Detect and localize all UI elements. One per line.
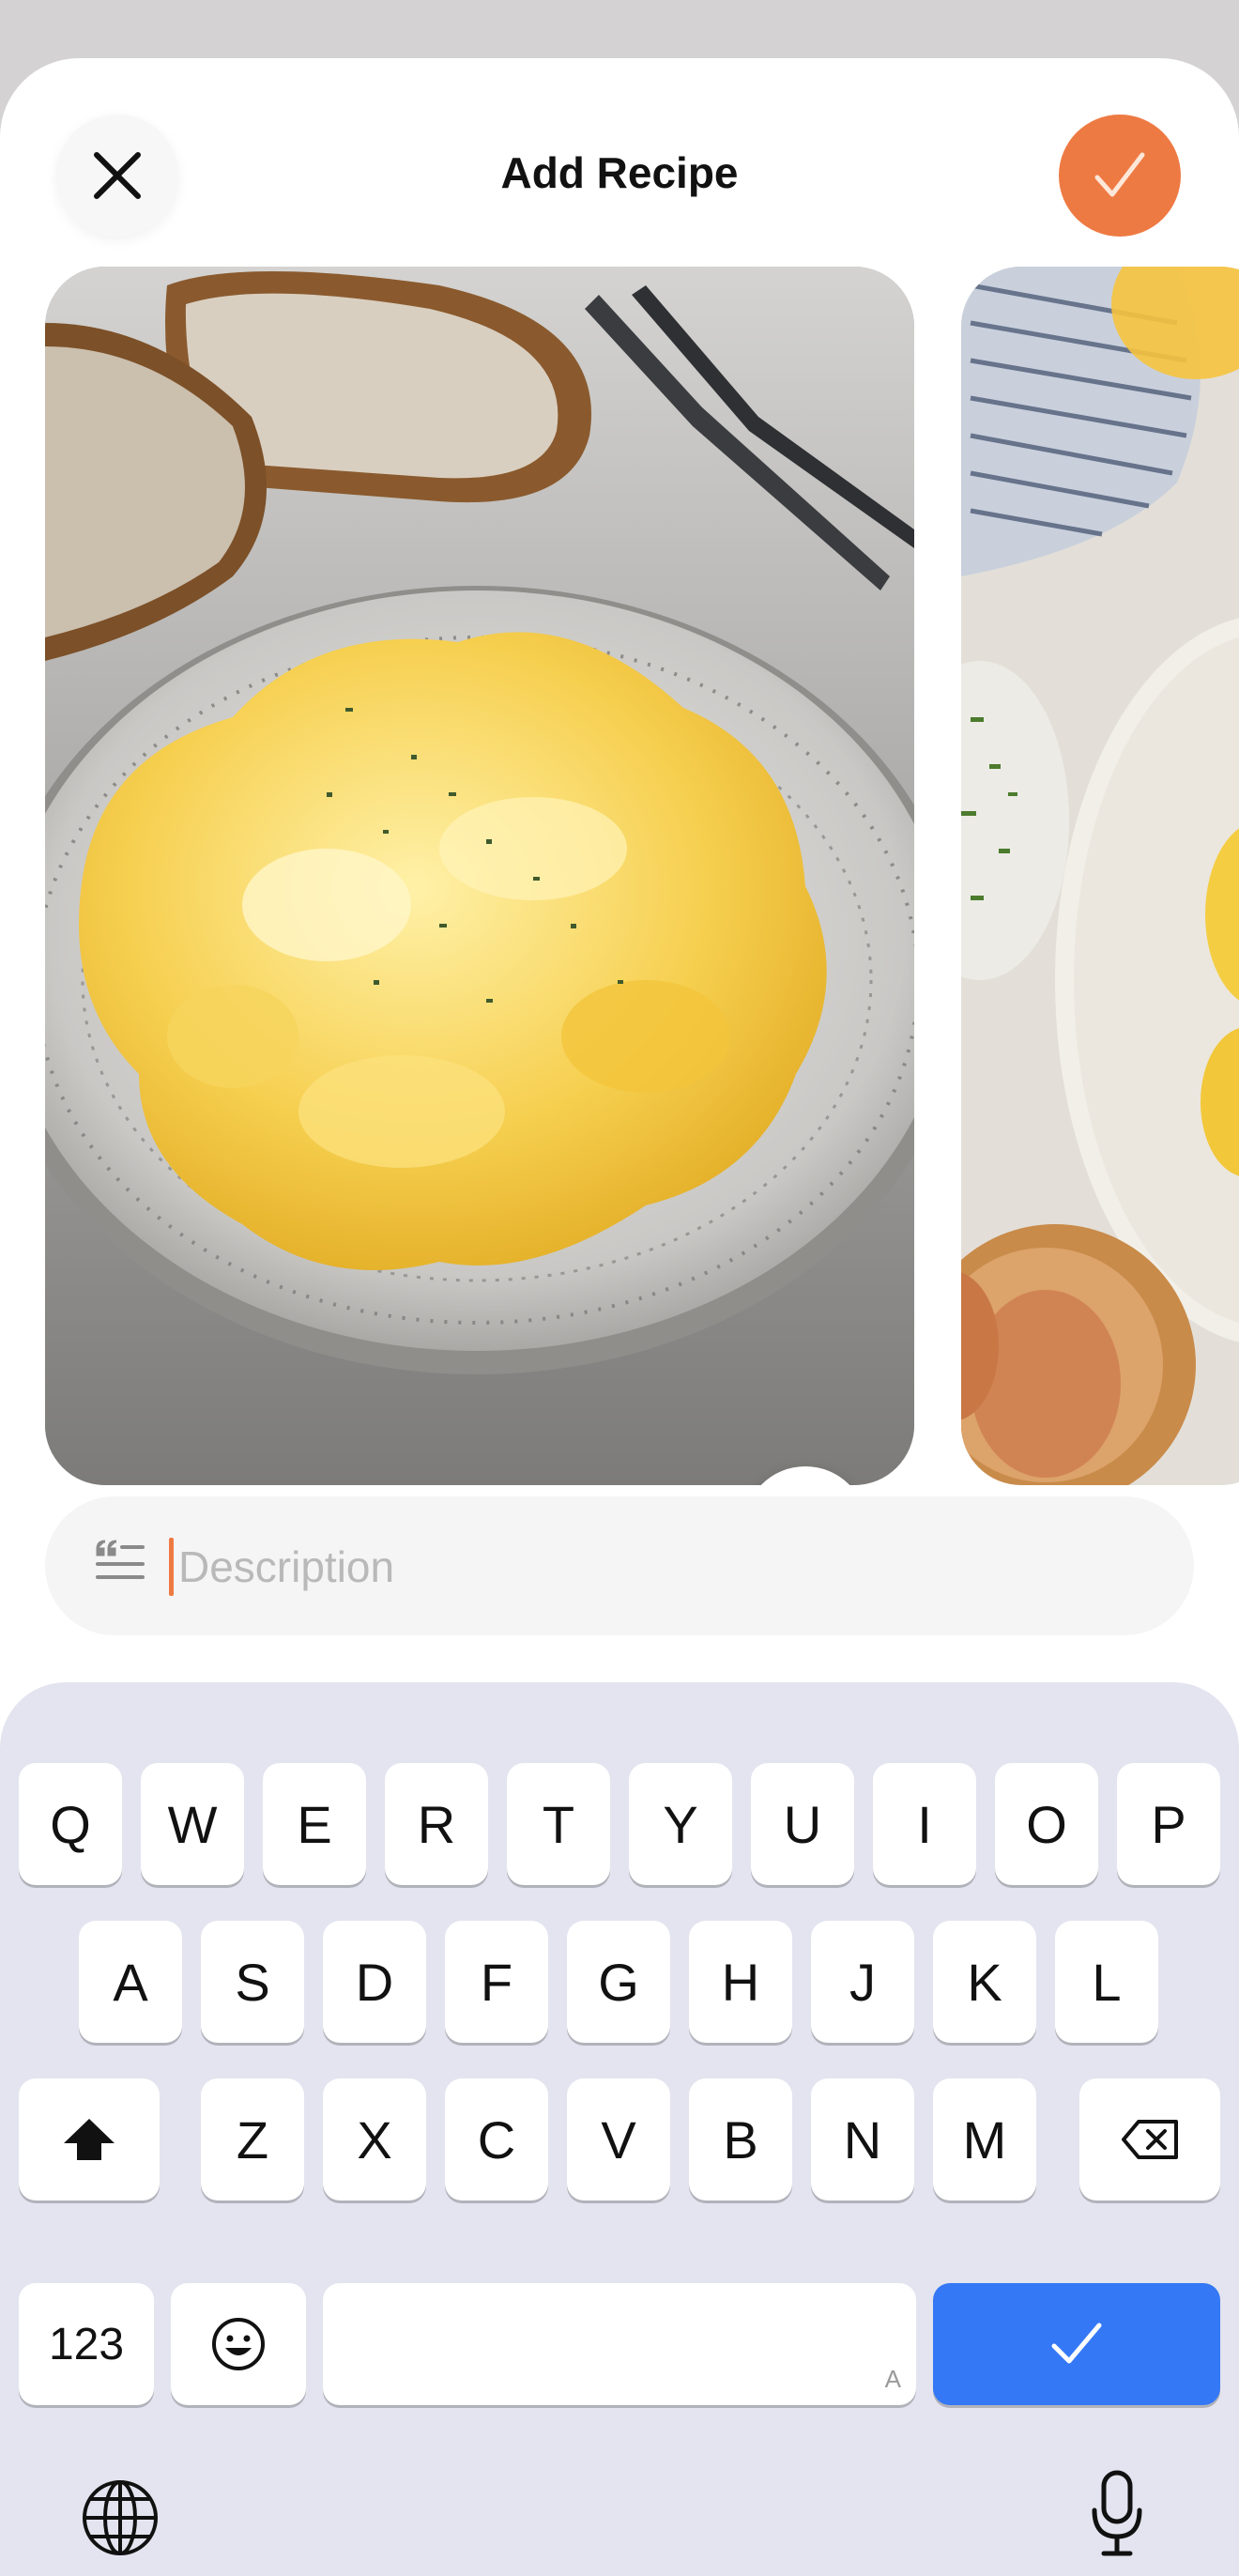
key-v[interactable]: V xyxy=(567,2078,670,2200)
return-key[interactable] xyxy=(933,2283,1220,2405)
key-c[interactable]: C xyxy=(445,2078,548,2200)
microphone-button[interactable] xyxy=(1089,2469,1145,2559)
key-z[interactable]: Z xyxy=(201,2078,304,2200)
key-y[interactable]: Y xyxy=(629,1763,732,1885)
key-k[interactable]: K xyxy=(933,1921,1036,2043)
shift-icon xyxy=(64,2119,115,2160)
key-j[interactable]: J xyxy=(811,1921,914,2043)
key-p[interactable]: P xyxy=(1117,1763,1220,1885)
key-h[interactable]: H xyxy=(689,1921,792,2043)
key-x[interactable]: X xyxy=(323,2078,426,2200)
key-d[interactable]: D xyxy=(323,1921,426,2043)
numbers-key-label: 123 xyxy=(48,2319,125,2369)
key-o[interactable]: O xyxy=(995,1763,1098,1885)
description-input[interactable] xyxy=(176,1532,1119,1602)
key-n[interactable]: N xyxy=(811,2078,914,2200)
key-q[interactable]: Q xyxy=(19,1763,122,1885)
key-g[interactable]: G xyxy=(567,1921,670,2043)
checkmark-icon xyxy=(1094,152,1145,197)
shift-key[interactable] xyxy=(19,2078,160,2200)
scrambled-eggs-photo xyxy=(45,267,914,1485)
emoji-key[interactable] xyxy=(171,2283,306,2405)
key-a[interactable]: A xyxy=(79,1921,182,2043)
globe-button[interactable] xyxy=(81,2478,160,2557)
checkmark-icon xyxy=(1051,2323,1102,2364)
globe-icon xyxy=(83,2480,158,2555)
backspace-key[interactable] xyxy=(1079,2078,1220,2200)
key-r[interactable]: R xyxy=(385,1763,488,1885)
key-l[interactable]: L xyxy=(1055,1921,1158,2043)
key-s[interactable]: S xyxy=(201,1921,304,2043)
backspace-icon xyxy=(1122,2120,1178,2159)
space-key[interactable]: A xyxy=(323,2283,916,2405)
onscreen-keyboard: QWERTYUIOP ASDFGHJKL ZXCVBNM 123 A xyxy=(0,1682,1239,2576)
recipe-photo-main[interactable] xyxy=(45,267,914,1485)
key-w[interactable]: W xyxy=(141,1763,244,1885)
key-u[interactable]: U xyxy=(751,1763,854,1885)
key-i[interactable]: I xyxy=(873,1763,976,1885)
numbers-key[interactable]: 123 xyxy=(19,2283,154,2405)
key-e[interactable]: E xyxy=(263,1763,366,1885)
text-cursor xyxy=(169,1538,174,1596)
add-recipe-sheet: Add Recipe Description Q W E R T Y U I O… xyxy=(0,58,1239,2576)
confirm-button[interactable] xyxy=(1059,115,1181,237)
key-f[interactable]: F xyxy=(445,1921,548,2043)
text-quote-icon xyxy=(96,1540,145,1579)
page-title: Add Recipe xyxy=(500,148,739,197)
microphone-icon xyxy=(1092,2470,1142,2556)
recipe-photo-next[interactable] xyxy=(961,267,1239,1485)
key-b[interactable]: B xyxy=(689,2078,792,2200)
emoji-icon xyxy=(212,2318,265,2370)
eggs-and-chives-photo xyxy=(961,267,1239,1485)
key-m[interactable]: M xyxy=(933,2078,1036,2200)
space-hint: A xyxy=(884,2365,901,2393)
description-field[interactable] xyxy=(45,1496,1194,1635)
key-t[interactable]: T xyxy=(507,1763,610,1885)
